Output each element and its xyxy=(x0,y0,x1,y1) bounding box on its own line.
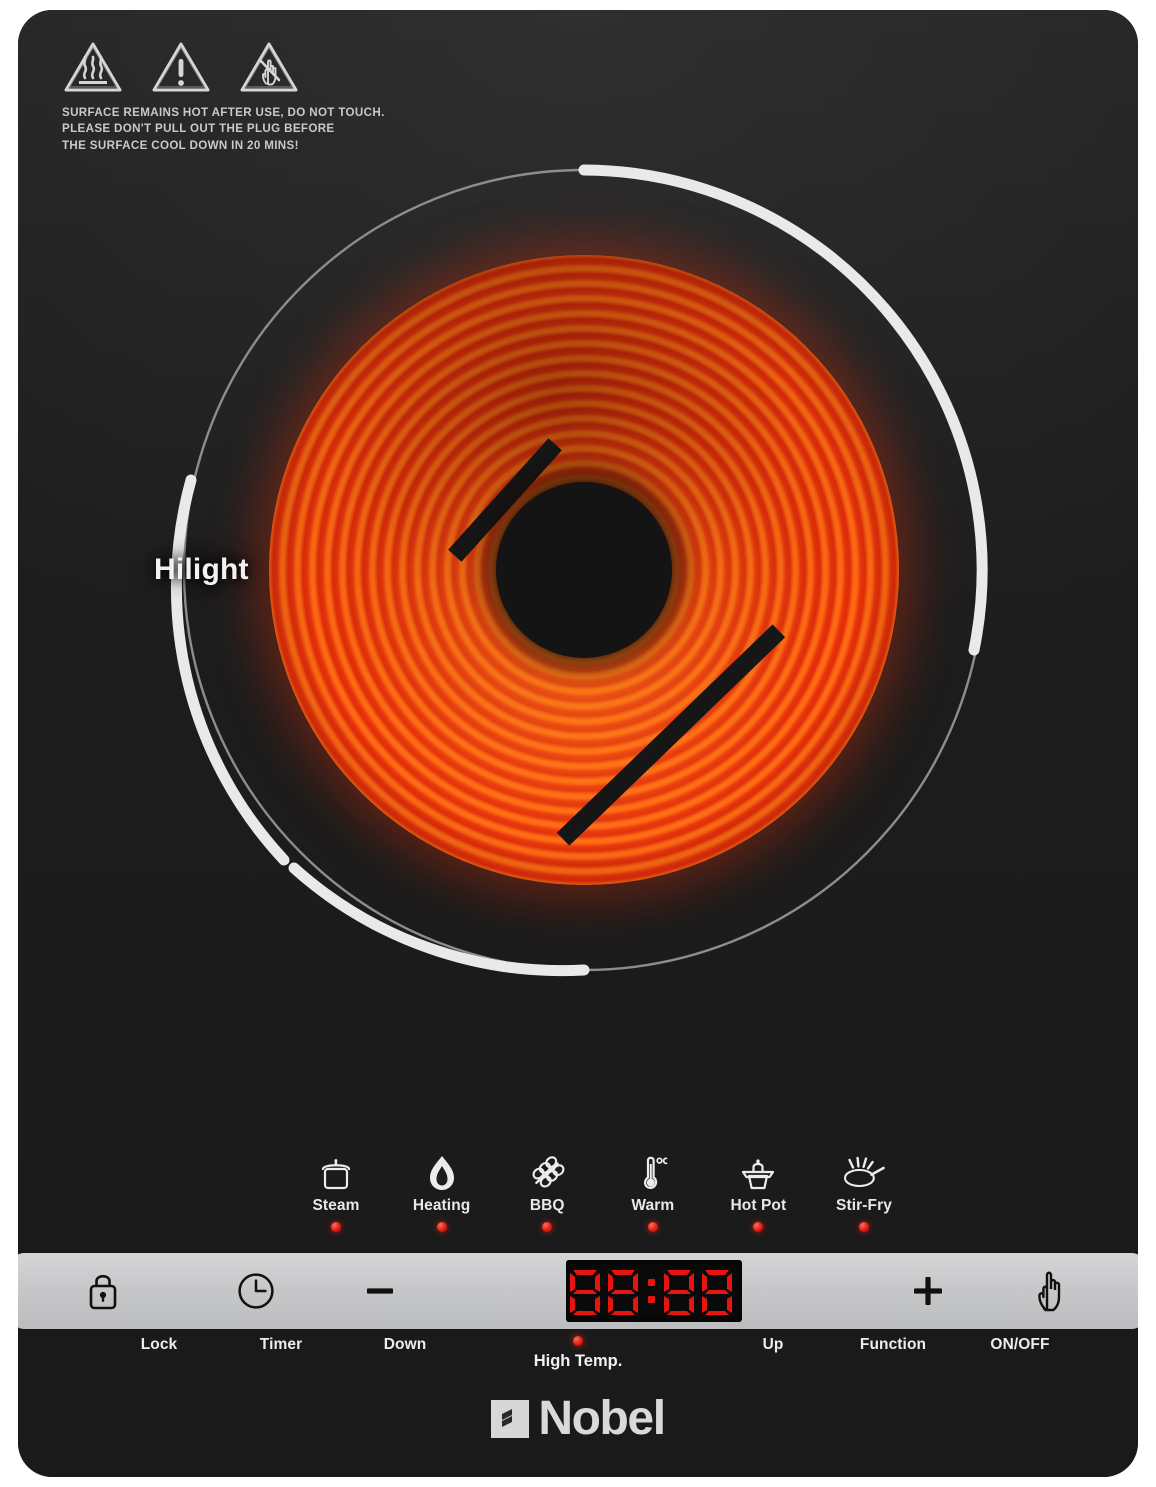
do-not-touch-warning-icon xyxy=(240,42,298,92)
control-bar xyxy=(18,1253,1138,1329)
up-button[interactable] xyxy=(866,1270,990,1312)
hilight-label: Hilight xyxy=(154,553,249,586)
mode-label: Heating xyxy=(412,1197,471,1214)
led-display xyxy=(566,1260,742,1322)
mode-label: Warm xyxy=(631,1197,675,1214)
heating-zone: Hilight xyxy=(154,150,1004,990)
cooktop-appliance: SURFACE REMAINS HOT AFTER USE, DO NOT TO… xyxy=(18,10,1138,1477)
frying-pan-icon xyxy=(818,1152,910,1192)
mode-stir-fry[interactable]: Stir-Fry xyxy=(818,1152,910,1232)
minus-icon xyxy=(367,1288,393,1294)
mode-bbq[interactable]: BBQ xyxy=(501,1152,593,1232)
mode-warm[interactable]: Warm xyxy=(607,1152,699,1232)
mode-led xyxy=(753,1222,764,1232)
high-temp-indicator: High Temp. xyxy=(18,1336,1138,1371)
mode-led xyxy=(542,1222,553,1232)
hotpot-icon xyxy=(712,1152,804,1192)
lock-icon xyxy=(89,1274,117,1310)
warning-block: SURFACE REMAINS HOT AFTER USE, DO NOT TO… xyxy=(62,40,482,154)
mode-steam[interactable]: Steam xyxy=(290,1152,382,1232)
brand-name: Nobel xyxy=(538,1392,666,1445)
plus-icon xyxy=(914,1277,942,1305)
function-button[interactable] xyxy=(990,1269,1114,1313)
pot-icon xyxy=(290,1152,382,1192)
seven-segment-digits xyxy=(570,1270,732,1315)
mode-led xyxy=(858,1222,869,1232)
brand-logo: Nobel xyxy=(18,1395,1138,1443)
decorative-ring xyxy=(170,164,988,977)
mode-label: BBQ xyxy=(529,1197,565,1214)
warning-text: SURFACE REMAINS HOT AFTER USE, DO NOT TO… xyxy=(62,106,385,152)
mode-row: Steam Heating BBQ Warm Hot Pot Stir-Fry xyxy=(290,1152,910,1232)
mode-label: Stir-Fry xyxy=(836,1197,892,1214)
down-button[interactable] xyxy=(318,1271,442,1311)
hand-pointer-icon xyxy=(1038,1271,1061,1312)
mode-led xyxy=(436,1222,447,1232)
warning-icon-row xyxy=(62,40,482,94)
mode-led xyxy=(647,1222,658,1232)
mode-hot-pot[interactable]: Hot Pot xyxy=(712,1152,804,1232)
high-temp-label: High Temp. xyxy=(533,1352,623,1370)
general-warning-icon xyxy=(152,42,210,92)
high-temp-led xyxy=(573,1336,583,1346)
flame-icon xyxy=(396,1152,488,1192)
screenshot-root: SURFACE REMAINS HOT AFTER USE, DO NOT TO… xyxy=(0,0,1156,1487)
lock-button[interactable] xyxy=(18,1270,194,1312)
nobel-logo-mark xyxy=(491,1400,530,1438)
mode-heating[interactable]: Heating xyxy=(396,1152,488,1232)
mode-label: Hot Pot xyxy=(730,1197,787,1214)
mode-led xyxy=(331,1222,341,1232)
skewer-icon xyxy=(501,1152,593,1192)
on-off-button[interactable] xyxy=(1114,1269,1138,1313)
mode-label: Steam xyxy=(312,1197,360,1214)
timer-button[interactable] xyxy=(194,1271,318,1311)
clock-icon xyxy=(238,1273,274,1309)
thermometer-icon xyxy=(607,1152,699,1192)
hot-surface-warning-icon xyxy=(64,42,122,92)
